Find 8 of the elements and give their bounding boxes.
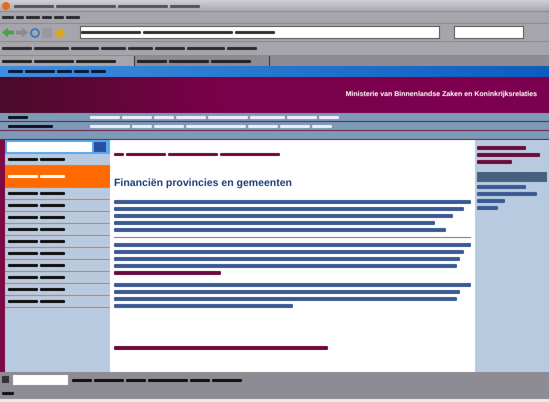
search-field[interactable] <box>7 142 92 152</box>
address-field[interactable] <box>80 26 440 39</box>
box-header <box>477 172 547 182</box>
find-field[interactable] <box>13 374 68 384</box>
browser-tab[interactable] <box>0 56 135 66</box>
search-field[interactable] <box>454 26 524 39</box>
browser-icon <box>2 2 10 10</box>
page-title: Financiën provincies en gemeenten <box>114 176 293 191</box>
